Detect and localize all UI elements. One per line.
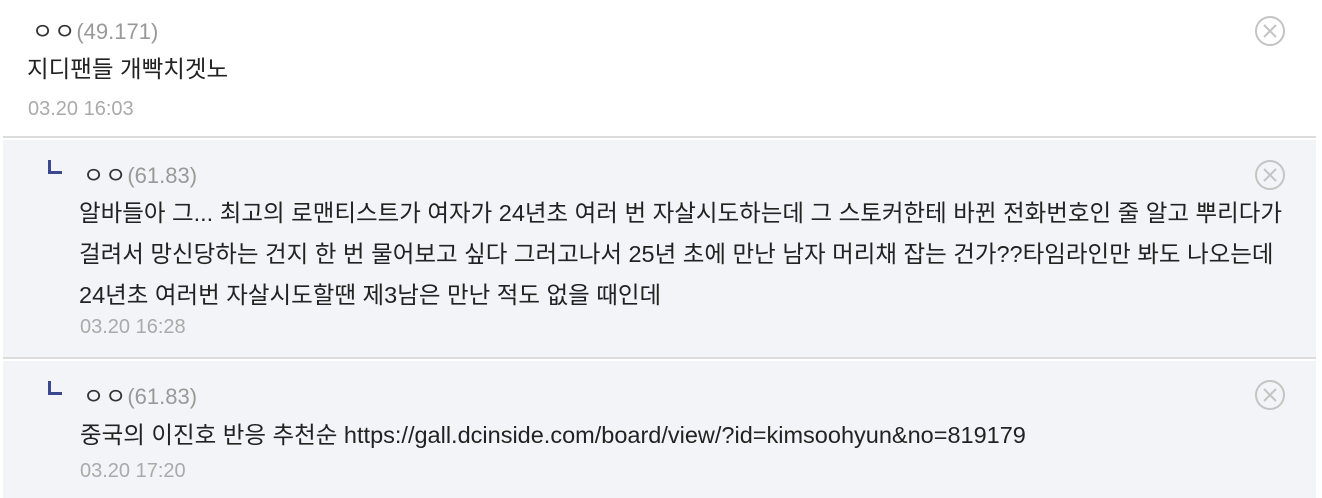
close-circle-icon[interactable] — [1254, 379, 1286, 411]
comment-author[interactable]: ㅇㅇ(49.171) — [32, 12, 158, 46]
reply-arrow-icon — [48, 381, 62, 395]
comment-date: 03.20 17:20 — [80, 460, 186, 482]
author-ip: (49.171) — [76, 19, 159, 44]
close-circle-icon[interactable] — [1254, 159, 1286, 191]
comment-author[interactable]: ㅇㅇ(61.83) — [83, 156, 197, 190]
comment-date: 03.20 16:28 — [80, 316, 186, 338]
author-ip: (61.83) — [127, 384, 198, 409]
comment-text: 중국의 이진호 반응 추천순 https://gall.dcinside.com… — [80, 422, 1026, 448]
author-nickname[interactable]: ㅇㅇ — [83, 162, 127, 188]
comment-date: 03.20 16:03 — [28, 98, 134, 120]
reply-arrow-icon — [48, 160, 62, 174]
comment-text: 알바들아 그... 최고의 로맨티스트가 여자가 24년초 여러 번 자살시도하… — [79, 200, 1283, 308]
author-nickname[interactable]: ㅇㅇ — [83, 383, 127, 409]
comment-author[interactable]: ㅇㅇ(61.83) — [83, 377, 197, 411]
reply-item: ㅇㅇ(61.83) 중국의 이진호 반응 추천순 https://gall.dc… — [3, 361, 1316, 498]
comment-text: 지디팬들 개빡치겟노 — [27, 56, 229, 82]
comment-thread: ㅇㅇ(49.171) 지디팬들 개빡치겟노 03.20 16:03 ㅇㅇ(61.… — [0, 0, 1322, 498]
comment-item: ㅇㅇ(49.171) 지디팬들 개빡치겟노 03.20 16:03 — [3, 0, 1316, 138]
reply-item: ㅇㅇ(61.83) 알바들아 그... 최고의 로맨티스트가 여자가 24년초 … — [3, 140, 1316, 359]
close-circle-icon[interactable] — [1254, 15, 1286, 47]
author-ip: (61.83) — [127, 163, 198, 188]
author-nickname[interactable]: ㅇㅇ — [32, 18, 76, 44]
